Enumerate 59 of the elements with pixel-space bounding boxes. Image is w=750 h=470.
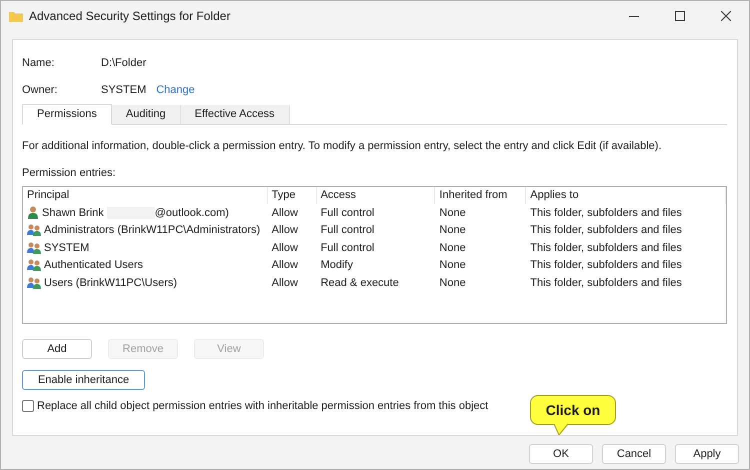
replace-checkbox-label: Replace all child object permission entries with inheritable permission entries from this object xyxy=(37,399,488,414)
principal-cell-text: @outlook.com) xyxy=(154,206,229,220)
access-cell-text: Read & execute xyxy=(320,276,400,290)
applies-to-cell-text: This folder, subfolders and files xyxy=(529,223,683,238)
access-cell-text: Full control xyxy=(320,240,376,256)
principal-cell-text: Shawn Brink xyxy=(42,206,104,220)
inherited-from-cell-text: None xyxy=(438,240,467,256)
maximize-icon xyxy=(675,11,685,21)
inherited-from-cell-text: None xyxy=(438,223,467,238)
column-header[interactable]: Principal xyxy=(23,187,268,204)
users-icon xyxy=(27,242,41,254)
owner-value: SYSTEM xyxy=(101,82,146,98)
callout-pointer xyxy=(554,423,568,435)
users-icon xyxy=(27,224,41,236)
users-icon xyxy=(27,259,41,272)
applies-to-cell-text: This folder, subfolders and files xyxy=(529,258,683,273)
principal-cell-text: SYSTEM xyxy=(44,240,90,256)
entry-button[interactable]: Add xyxy=(22,339,92,359)
type-cell-text: Allow xyxy=(270,240,299,256)
applies-to-cell-text: This folder, subfolders and files xyxy=(529,206,683,220)
applies-to-cell-text: This folder, subfolders and files xyxy=(529,240,683,256)
user-icon xyxy=(27,206,39,220)
name-value: D:\Folder xyxy=(101,56,146,71)
change-link[interactable]: Change xyxy=(156,82,195,98)
column-header[interactable]: Inherited from xyxy=(435,187,526,204)
type-cell-text: Allow xyxy=(270,258,299,273)
principal-cell-text: Authenticated Users xyxy=(44,258,144,273)
column-header[interactable]: Type xyxy=(268,187,317,204)
dialog-button[interactable]: Apply xyxy=(675,444,739,464)
column-header[interactable]: Applies to xyxy=(526,187,726,204)
close-icon xyxy=(721,11,731,21)
name-label: Name: xyxy=(22,56,56,71)
column-header[interactable]: Access xyxy=(316,187,436,204)
replace-checkbox[interactable] xyxy=(22,400,34,412)
users-icon xyxy=(27,276,41,289)
info-text: For additional information, double-click a permission entry. To modify a permission entry, select the entry and click Edit (if available). xyxy=(22,139,663,154)
principal-cell-text: Users (BrinkW11PC\Users) xyxy=(44,276,178,290)
dialog-button[interactable]: Cancel xyxy=(602,444,666,464)
tab[interactable]: Effective Access xyxy=(180,105,290,124)
applies-to-cell-text: This folder, subfolders and files xyxy=(529,276,683,290)
enable-inheritance-button[interactable]: Enable inheritance xyxy=(22,370,145,390)
folder-icon xyxy=(9,10,23,22)
access-cell-text: Modify xyxy=(320,258,354,273)
type-cell-text: Allow xyxy=(270,276,299,290)
owner-label: Owner: xyxy=(22,82,58,98)
type-cell-text: Allow xyxy=(270,223,299,238)
access-cell-text: Full control xyxy=(320,223,376,238)
dialog-button[interactable]: OK xyxy=(529,444,593,464)
window-title: Advanced Security Settings for Folder xyxy=(29,8,230,25)
type-cell-text: Allow xyxy=(270,206,299,220)
access-cell-text: Full control xyxy=(320,206,376,220)
tab[interactable]: Permissions xyxy=(22,104,112,125)
permission-entries-label: Permission entries: xyxy=(22,166,117,180)
inherited-from-cell-text: None xyxy=(438,276,467,290)
principal-cell-text: Administrators (BrinkW11PC\Administrators) xyxy=(44,223,260,238)
callout-bubble: Click on xyxy=(530,395,616,425)
tab[interactable]: Auditing xyxy=(112,105,181,124)
inherited-from-cell-text: None xyxy=(438,258,467,273)
inherited-from-cell-text: None xyxy=(438,206,467,220)
